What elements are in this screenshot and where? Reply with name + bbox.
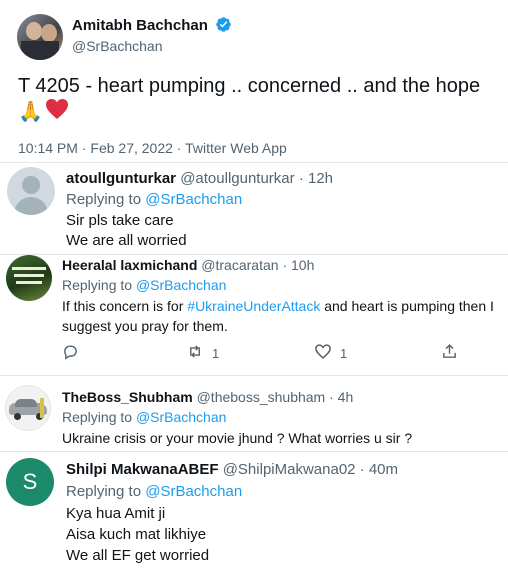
reply-author-handle[interactable]: @ShilpiMakwana02 bbox=[223, 461, 356, 478]
reply-header: atoullgunturkar @atoullgunturkar · 12h bbox=[66, 170, 334, 187]
reply-author-name[interactable]: TheBoss_Shubham bbox=[62, 389, 193, 405]
reply-author-handle[interactable]: @atoullgunturkar bbox=[180, 170, 294, 187]
replying-to-mention[interactable]: @SrBachchan bbox=[136, 277, 226, 293]
replying-to-line: Replying to @SrBachchan bbox=[66, 191, 243, 208]
verified-badge-icon bbox=[215, 16, 232, 39]
author-handle[interactable]: @SrBachchan bbox=[72, 37, 162, 55]
author-name-row: Amitabh Bachchan bbox=[72, 16, 232, 39]
retweet-button[interactable]: 1 bbox=[186, 343, 219, 363]
reply-header: TheBoss_Shubham @theboss_shubham · 4h bbox=[62, 389, 354, 405]
reply-age[interactable]: 40m bbox=[369, 461, 398, 478]
replying-to-mention[interactable]: @SrBachchan bbox=[136, 409, 226, 425]
divider bbox=[0, 375, 508, 376]
reply-text-line: Aisa kuch mat likhiye bbox=[66, 526, 207, 543]
reply-age[interactable]: 12h bbox=[308, 170, 333, 187]
tweet-time[interactable]: 10:14 PM bbox=[18, 140, 78, 156]
tweet-source: Twitter Web App bbox=[185, 140, 287, 156]
comment-icon bbox=[62, 343, 79, 363]
share-icon bbox=[441, 343, 458, 363]
reply-author-name[interactable]: Shilpi MakwanaABEF bbox=[66, 461, 219, 478]
reply-text-line: Kya hua Amit ji bbox=[66, 505, 166, 522]
reply-avatar-default[interactable] bbox=[7, 167, 55, 215]
retweet-count: 1 bbox=[212, 345, 220, 361]
reply-action-button[interactable] bbox=[62, 343, 79, 363]
like-button[interactable]: 1 bbox=[314, 343, 347, 363]
reply-text-line: suggest you pray for them. bbox=[62, 318, 228, 334]
reply-text-line: If this concern is for #UkraineUnderAtta… bbox=[62, 298, 494, 314]
like-count: 1 bbox=[340, 345, 348, 361]
reply-text-line: Ukraine crisis or your movie jhund ? Wha… bbox=[62, 430, 413, 446]
reply-author-handle[interactable]: @theboss_shubham bbox=[197, 389, 326, 405]
reply-author-name[interactable]: Heeralal laxmichand bbox=[62, 257, 197, 273]
heart-outline-icon bbox=[314, 343, 332, 363]
reply-age[interactable]: 4h bbox=[338, 389, 354, 405]
reply-age[interactable]: 10h bbox=[291, 257, 314, 273]
reply-avatar-photo[interactable] bbox=[5, 385, 51, 431]
reply-author-name[interactable]: atoullgunturkar bbox=[66, 170, 176, 187]
author-name[interactable]: Amitabh Bachchan bbox=[72, 17, 208, 34]
divider bbox=[0, 451, 508, 452]
divider bbox=[0, 254, 508, 255]
hashtag-link[interactable]: #UkraineUnderAttack bbox=[187, 298, 320, 314]
replying-to-mention[interactable]: @SrBachchan bbox=[145, 191, 242, 208]
tweet-date[interactable]: Feb 27, 2022 bbox=[90, 140, 173, 156]
share-button[interactable] bbox=[441, 343, 458, 363]
folded-hands-emoji: 🙏 bbox=[18, 100, 43, 123]
reply-avatar-letter[interactable]: S bbox=[6, 458, 54, 506]
reply-text-line: Sir pls take care bbox=[66, 212, 174, 229]
replying-to-mention[interactable]: @SrBachchan bbox=[145, 483, 242, 500]
retweet-icon bbox=[186, 343, 204, 363]
reply-avatar-photo[interactable] bbox=[6, 255, 52, 301]
reply-text-line: We all EF get worried bbox=[66, 547, 210, 564]
tweet-emoji-row: 🙏 bbox=[18, 98, 69, 124]
reply-header: Shilpi MakwanaABEF @ShilpiMakwana02 · 40… bbox=[66, 461, 399, 478]
tweet-text: T 4205 - heart pumping .. concerned .. a… bbox=[18, 75, 481, 97]
reply-header: Heeralal laxmichand @tracaratan · 10h bbox=[62, 257, 315, 273]
replying-to-line: Replying to @SrBachchan bbox=[62, 277, 227, 293]
tweet-meta: 10:14 PM · Feb 27, 2022 · Twitter Web Ap… bbox=[18, 140, 287, 156]
divider bbox=[0, 162, 508, 163]
replying-to-line: Replying to @SrBachchan bbox=[62, 409, 227, 425]
reply-author-handle[interactable]: @tracaratan bbox=[201, 257, 278, 273]
replying-to-line: Replying to @SrBachchan bbox=[66, 483, 243, 500]
reply-text-line: We are all worried bbox=[66, 232, 187, 249]
red-heart-icon bbox=[45, 98, 69, 125]
author-avatar[interactable] bbox=[17, 14, 63, 60]
